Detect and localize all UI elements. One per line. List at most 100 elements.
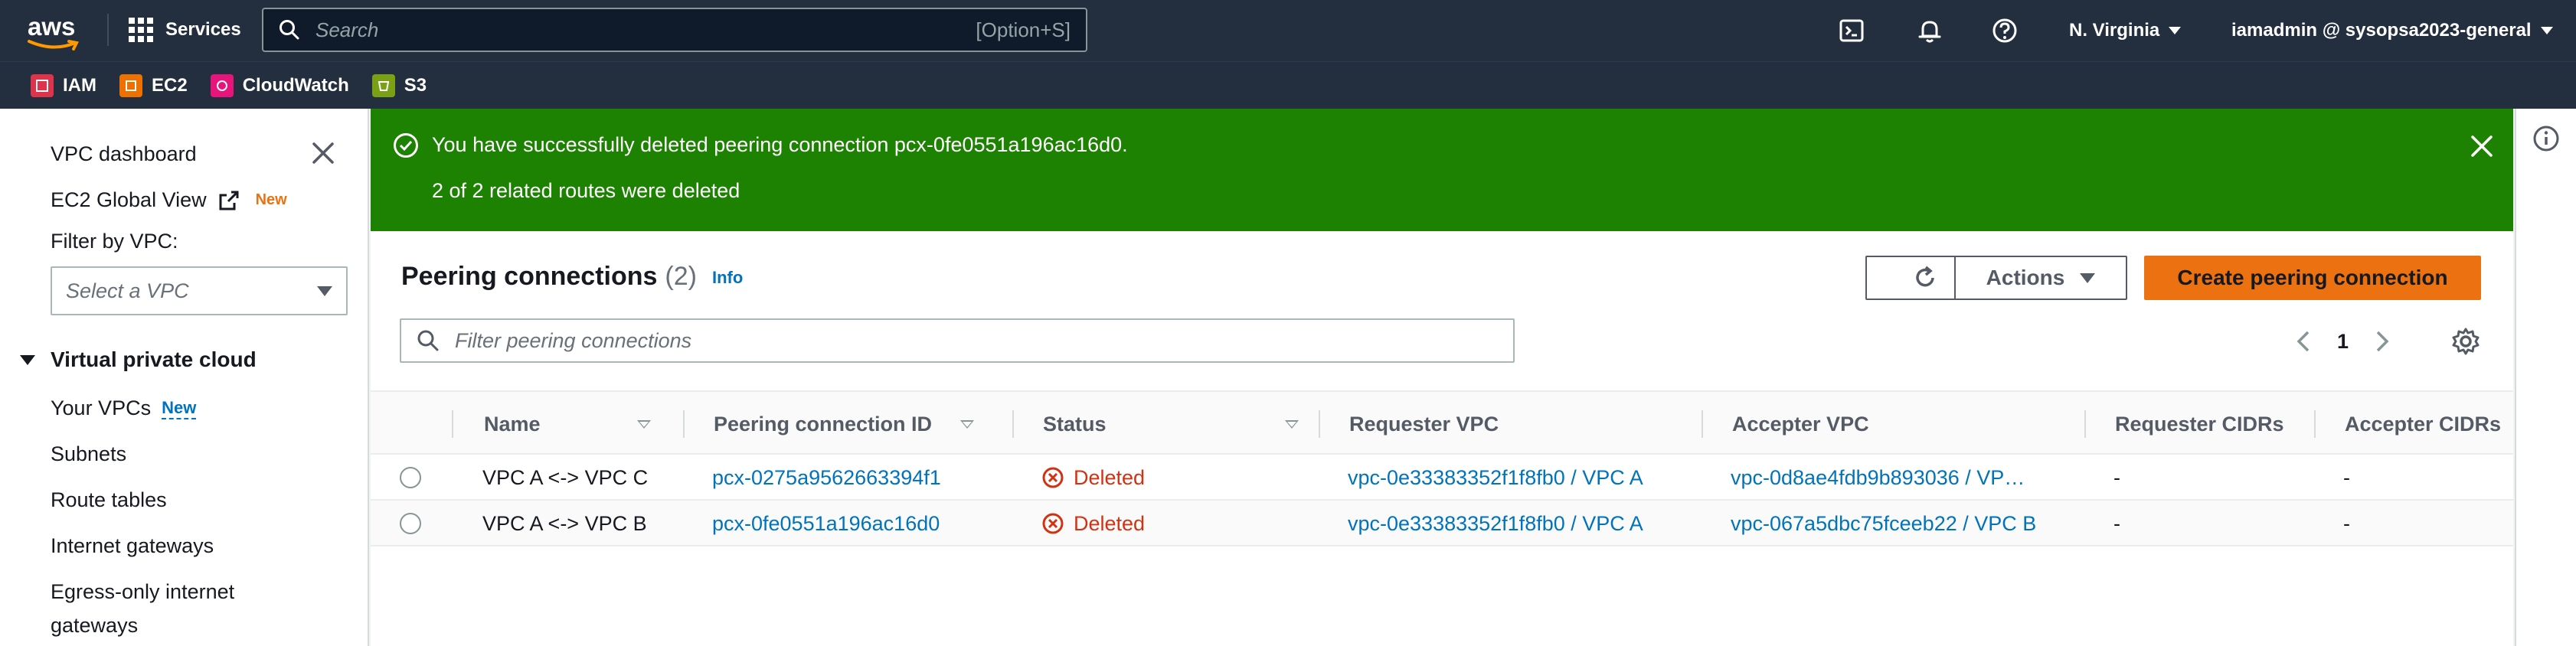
column-header-accepter-cidrs[interactable]: Accepter CIDRs (2345, 392, 2513, 456)
vpc-filter-select[interactable]: Select a VPC (51, 266, 348, 315)
column-divider (683, 410, 685, 438)
external-link-icon (219, 191, 239, 210)
services-grid-icon (129, 18, 153, 42)
previous-page-icon[interactable] (2296, 329, 2311, 354)
sidebar-item-internet-gateways[interactable]: Internet gateways (51, 534, 214, 558)
table-row[interactable]: VPC A <-> VPC C pcx-0275a9562663394f1 De… (371, 455, 2513, 501)
column-header-peering-connection-id[interactable]: Peering connection ID (714, 392, 989, 456)
cloudshell-icon (1839, 19, 1864, 42)
aws-logo[interactable]: aws (28, 14, 80, 51)
sidebar-item-ec2-global-view[interactable]: EC2 Global View New (51, 188, 287, 212)
sidebar-item-your-vpcs[interactable]: Your VPCs New (51, 396, 197, 420)
column-divider (1702, 410, 1703, 438)
cell-requester-cidrs: - (2113, 511, 2120, 535)
column-header-status[interactable]: Status (1043, 392, 1326, 456)
status-text: Deleted (1074, 465, 1146, 489)
aws-smile-icon (28, 40, 79, 51)
cell-accepter-vpc-link[interactable]: vpc-0d8ae4fdb9b893036 / VP… (1731, 455, 2083, 501)
info-link[interactable]: Info (712, 268, 743, 287)
filter-placeholder: Filter peering connections (455, 328, 692, 352)
favorite-ec2[interactable]: EC2 (119, 73, 188, 97)
flash-message: You have successfully deleted peering co… (432, 133, 1128, 156)
sidebar-item-route-tables[interactable]: Route tables (51, 488, 167, 512)
sidebar-item-egress-only-internet-gateways-line2[interactable]: gateways (51, 614, 138, 638)
search-shortcut: [Option+S] (976, 18, 1071, 41)
cell-status: Deleted (1041, 501, 1317, 546)
s3-service-icon (371, 73, 395, 97)
section-label: Virtual private cloud (51, 347, 257, 371)
sidebar-item-egress-only-internet-gateways[interactable]: Egress-only internet (51, 580, 234, 604)
account-menu[interactable]: iamadmin @ sysopsa2023-general (2231, 0, 2553, 61)
column-header-accepter-vpc[interactable]: Accepter VPC (1732, 392, 2084, 456)
new-badge-link[interactable]: New (162, 398, 197, 419)
header-label: Name (484, 412, 541, 436)
refresh-icon (1916, 266, 1934, 287)
sidebar-item-label: EC2 Global View (51, 188, 207, 211)
column-divider (1012, 410, 1014, 438)
help-button[interactable] (1989, 0, 2020, 61)
vpc-filter-placeholder: Select a VPC (66, 279, 189, 302)
pagination: 1 (2296, 321, 2390, 361)
favorite-cloudwatch[interactable]: CloudWatch (210, 73, 349, 97)
row-select-radio[interactable] (400, 513, 421, 534)
iam-service-icon (31, 73, 54, 97)
chevron-down-icon (2540, 27, 2553, 34)
cell-accepter-vpc-link[interactable]: vpc-067a5dbc75fceeb22 / VPC B (1731, 501, 2083, 546)
cloudshell-button[interactable] (1836, 0, 1867, 61)
cell-peering-connection-id-link[interactable]: pcx-0fe0551a196ac16d0 (712, 501, 1003, 546)
tools-panel-rail (2515, 109, 2576, 646)
table-row[interactable]: VPC A <-> VPC B pcx-0fe0551a196ac16d0 De… (371, 501, 2513, 546)
peering-connections-panel: Peering connections (2) Info Actions Creat… (371, 231, 2513, 646)
error-status-icon (1042, 467, 1064, 488)
dismiss-flash-icon[interactable] (2469, 133, 2495, 159)
ec2-service-icon (119, 73, 142, 97)
header-label: Status (1043, 412, 1107, 436)
region-label: N. Virginia (2069, 20, 2160, 41)
error-status-icon (1042, 513, 1064, 534)
services-label: Services (165, 19, 241, 40)
column-divider (452, 410, 453, 438)
services-menu-button[interactable]: Services (129, 14, 241, 46)
account-label: iamadmin @ sysopsa2023-general (2231, 20, 2532, 41)
info-icon[interactable] (2532, 124, 2561, 153)
header-label: Peering connection ID (714, 412, 933, 436)
help-icon (1992, 18, 2017, 43)
sidebar-section-virtual-private-cloud[interactable]: Virtual private cloud (20, 347, 257, 372)
caret-down-icon (20, 354, 35, 365)
create-peering-connection-button[interactable]: Create peering connection (2144, 256, 2481, 300)
notifications-button[interactable] (1914, 0, 1945, 61)
cell-requester-vpc-link[interactable]: vpc-0e33383352f1f8fb0 / VPC A (1348, 455, 1700, 501)
global-search-input[interactable]: Search [Option+S] (262, 8, 1087, 52)
region-selector[interactable]: N. Virginia (2069, 0, 2182, 61)
gear-icon[interactable] (2450, 326, 2481, 357)
filter-peering-connections-input[interactable]: Filter peering connections (400, 318, 1515, 363)
bell-icon (1918, 21, 1941, 43)
column-header-requester-cidrs[interactable]: Requester CIDRs (2115, 392, 2314, 456)
top-navigation: aws Services Search [Option+S] N. Virgin… (0, 0, 2576, 61)
current-page[interactable]: 1 (2337, 330, 2349, 354)
search-icon (280, 20, 299, 40)
new-badge: New (255, 191, 287, 208)
favorite-s3[interactable]: S3 (371, 73, 427, 97)
row-select-radio[interactable] (400, 467, 421, 488)
cell-peering-connection-id-link[interactable]: pcx-0275a9562663394f1 (712, 455, 1003, 501)
title-text: Peering connections (401, 262, 658, 291)
cell-requester-cidrs: - (2113, 465, 2120, 489)
sidebar-item-subnets[interactable]: Subnets (51, 442, 126, 466)
cell-name: VPC A <-> VPC C (482, 465, 649, 489)
table-header: Name Peering connection ID Status Reques… (371, 390, 2513, 455)
search-placeholder: Search (315, 18, 379, 41)
caret-down-icon (2080, 272, 2096, 283)
column-header-requester-vpc[interactable]: Requester VPC (1349, 392, 1702, 456)
success-flash-banner: You have successfully deleted peering co… (371, 109, 2513, 231)
sidebar-item-vpc-dashboard[interactable]: VPC dashboard (51, 142, 197, 166)
next-page-icon[interactable] (2375, 329, 2390, 354)
status-text: Deleted (1074, 511, 1146, 535)
favorite-iam[interactable]: IAM (31, 73, 96, 97)
filter-by-vpc-label: Filter by VPC: (51, 230, 178, 253)
success-check-icon (394, 133, 418, 158)
column-header-name[interactable]: Name (484, 392, 668, 456)
cell-requester-vpc-link[interactable]: vpc-0e33383352f1f8fb0 / VPC A (1348, 501, 1700, 546)
actions-dropdown-button[interactable]: Actions (1954, 256, 2127, 300)
close-sidebar-icon[interactable] (309, 139, 337, 167)
